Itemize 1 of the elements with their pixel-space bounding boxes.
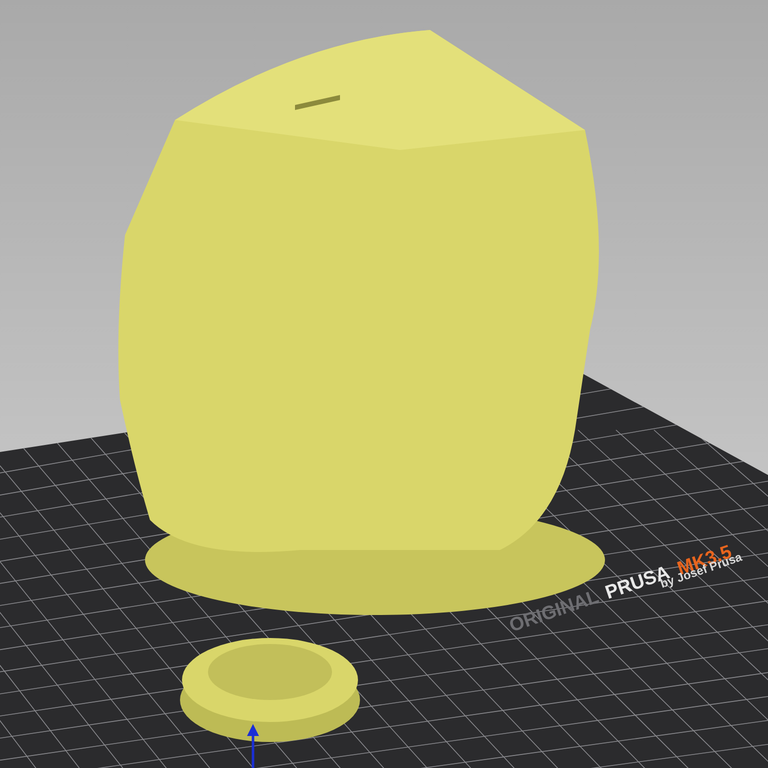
z-axis-arrow-icon (247, 724, 259, 768)
